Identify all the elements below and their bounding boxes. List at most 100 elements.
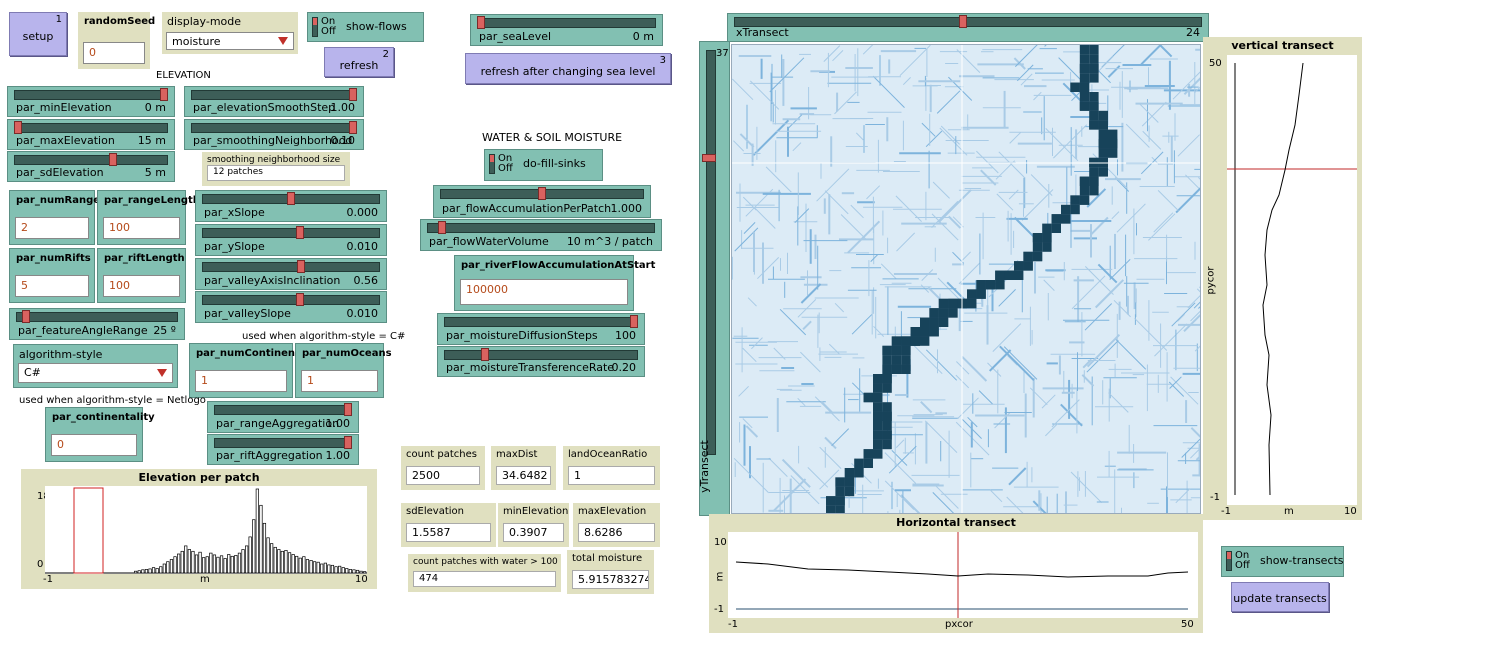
elevation-heading: ELEVATION [156, 70, 211, 81]
num-continents-input[interactable]: par_numContinents 1 [189, 343, 306, 398]
slider-thumb[interactable] [108, 153, 117, 166]
histogram-bar [359, 570, 363, 574]
toggle-icon[interactable]: On Off [1225, 550, 1253, 572]
slider-thumb[interactable] [630, 315, 638, 328]
slider-name: par_minElevation [16, 101, 112, 114]
update-transects-button[interactable]: update transects [1231, 582, 1329, 612]
slider-name: par_valleyAxisInclination [204, 274, 341, 287]
slider-thumb[interactable] [295, 293, 304, 306]
slider-thumb[interactable] [538, 187, 546, 200]
slider-y-slope[interactable]: par_ySlope 0.010 [195, 224, 387, 256]
csharp-note: used when algorithm-style = C# [242, 331, 406, 342]
slider-valley-axis-inclination[interactable]: par_valleyAxisInclination 0.56 [195, 258, 387, 290]
slider-thumb[interactable] [349, 121, 357, 134]
slider-valley-slope[interactable]: par_valleySlope 0.010 [195, 291, 387, 323]
input-field[interactable]: 1 [301, 370, 378, 392]
monitor-value: 2500 [406, 466, 480, 485]
river-flow-input[interactable]: par_riverFlowAccumulationAtStart 100000 [454, 255, 655, 311]
input-field[interactable]: 100000 [460, 279, 628, 305]
input-field[interactable]: 100 [103, 217, 180, 239]
slider-x-slope[interactable]: par_xSlope 0.000 [195, 190, 387, 222]
toggle-icon[interactable]: On Off [311, 16, 339, 38]
rift-length-input[interactable]: par_riftLength 100 [97, 248, 186, 303]
horizontal-transect-plot: Horizontal transect 10 m -1 -1 pxcor 50 [709, 514, 1203, 633]
slider-flow-accumulation[interactable]: par_flowAccumulationPerPatch 1.000 [433, 185, 651, 218]
chooser-value: C# [24, 366, 41, 379]
algorithm-style-chooser[interactable]: algorithm-style C# [13, 344, 178, 388]
continentality-input[interactable]: par_continentality 0 [45, 407, 155, 462]
histogram-bar [291, 554, 295, 574]
refresh-sea-level-button[interactable]: refresh after changing sea level 3 [465, 53, 671, 84]
elevation-histogram-plot: Elevation per patch 186 0 -1 m 10 [21, 469, 377, 589]
input-field[interactable]: 1 [195, 370, 287, 392]
slider-min-elevation[interactable]: par_minElevation 0 m [7, 86, 175, 117]
show-flows-switch[interactable]: On Off show-flows [307, 12, 424, 42]
slider-thumb[interactable] [14, 121, 22, 134]
algorithm-style-select[interactable]: C# [18, 363, 173, 383]
slider-thumb[interactable] [477, 16, 485, 29]
display-mode-select[interactable]: moisture [166, 32, 294, 50]
slider-name: par_moistureTransferenceRate [446, 361, 615, 374]
update-transects-label: update transects [1233, 592, 1327, 605]
slider-thumb[interactable] [349, 88, 357, 101]
slider-smoothing-neighborhood[interactable]: par_smoothingNeighborhood 0.10 [184, 119, 364, 150]
histogram-bar [209, 552, 213, 574]
slider-moisture-transference[interactable]: par_moistureTransferenceRate 0.20 [437, 346, 645, 377]
slider-feature-angle-range[interactable]: par_featureAngleRange 25 º [9, 308, 185, 340]
input-field[interactable]: 5 [15, 275, 89, 297]
input-field[interactable]: 0 [51, 434, 137, 456]
slider-name: par_riftAggregation [216, 449, 323, 462]
refresh-sea-key: 3 [659, 55, 666, 66]
display-mode-chooser[interactable]: display-mode moisture [162, 12, 298, 54]
plot-ymin: 0 [37, 559, 44, 570]
slider-thumb[interactable] [438, 221, 446, 234]
slider-value: 1.00 [325, 449, 351, 462]
toggle-icon[interactable]: On Off [488, 153, 516, 175]
num-ranges-input[interactable]: par_numRanges 2 [9, 190, 106, 245]
slider-rift-aggregation[interactable]: par_riftAggregation 1.00 [207, 434, 359, 465]
setup-button[interactable]: setup 1 [9, 12, 67, 56]
slider-flow-water-volume[interactable]: par_flowWaterVolume 10 m^3 / patch [420, 219, 662, 251]
slider-thumb[interactable] [959, 15, 968, 28]
histogram-bar [237, 552, 242, 574]
slider-thumb[interactable] [344, 403, 352, 416]
slider-sd-elevation[interactable]: par_sdElevation 5 m [7, 151, 175, 182]
input-field[interactable]: 100 [103, 275, 180, 297]
slider-thumb[interactable] [287, 192, 295, 205]
slider-max-elevation[interactable]: par_maxElevation 15 m [7, 119, 175, 150]
histogram-bar [184, 545, 188, 574]
slider-y-transect[interactable]: 37 yTransect [698, 41, 730, 516]
refresh-button[interactable]: refresh 2 [324, 47, 394, 77]
range-length-input[interactable]: par_rangeLength 100 [97, 190, 200, 245]
terrain-map [732, 45, 1200, 513]
slider-range-aggregation[interactable]: par_rangeAggregation 1.00 [207, 401, 359, 433]
slider-elevation-smooth-step[interactable]: par_elevationSmoothStep 1.00 [184, 86, 364, 117]
histogram-bar [141, 569, 145, 574]
histogram-bar [134, 570, 138, 574]
slider-thumb[interactable] [344, 436, 352, 449]
num-oceans-input[interactable]: par_numOceans 1 [295, 343, 392, 398]
show-transects-switch[interactable]: On Off show-transects [1221, 546, 1344, 577]
horizontal-transect-canvas [728, 532, 1198, 618]
do-fill-sinks-switch[interactable]: On Off do-fill-sinks [484, 149, 603, 181]
input-label: par_riftLength [104, 253, 185, 264]
num-rifts-input[interactable]: par_numRifts 5 [9, 248, 95, 303]
input-field[interactable]: 2 [15, 217, 89, 239]
world-view[interactable] [731, 44, 1201, 514]
monitor-land-ocean-ratio: landOceanRatio 1 [563, 446, 660, 490]
slider-moisture-diffusion-steps[interactable]: par_moistureDiffusionSteps 100 [437, 313, 645, 345]
slider-thumb[interactable] [295, 226, 304, 239]
random-seed-input[interactable]: randomSeed 0 [78, 12, 155, 69]
histogram-bar [169, 559, 174, 574]
histogram-bar [180, 550, 184, 574]
slider-x-transect[interactable]: xTransect 24 [727, 13, 1209, 42]
random-seed-field[interactable]: 0 [83, 42, 145, 64]
input-label: par_riverFlowAccumulationAtStart [461, 260, 656, 271]
slider-thumb[interactable] [160, 88, 168, 101]
slider-thumb[interactable] [297, 260, 306, 273]
slider-name: par_moistureDiffusionSteps [446, 329, 598, 342]
slider-thumb[interactable] [702, 153, 716, 162]
slider-sea-level[interactable]: par_seaLevel 0 m [470, 14, 663, 46]
slider-thumb[interactable] [481, 348, 490, 361]
slider-thumb[interactable] [22, 310, 31, 323]
